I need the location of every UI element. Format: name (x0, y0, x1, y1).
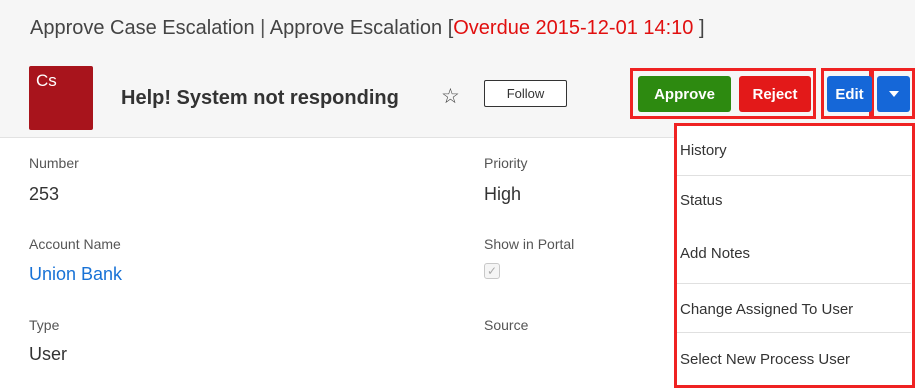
case-module-avatar: Cs (29, 66, 93, 130)
overdue-status: Overdue 2015-12-01 14:10 (453, 17, 694, 39)
account-name-link[interactable]: Union Bank (29, 264, 122, 285)
priority-value: High (484, 184, 522, 204)
source-label: Source (484, 317, 529, 333)
show-in-portal-checkbox[interactable]: ✓ (484, 263, 500, 279)
bracket-close: ] (699, 17, 705, 39)
number-label: Number (29, 155, 79, 171)
priority-label: Priority (484, 155, 528, 171)
show-in-portal-label: Show in Portal (484, 236, 575, 252)
caret-down-icon (888, 91, 899, 97)
title-separator: | (260, 17, 266, 39)
type-label: Type (29, 317, 60, 333)
reject-button[interactable]: Reject (739, 76, 811, 112)
actions-dropdown-menu: History Status Add Notes Change Assigned… (674, 123, 915, 388)
account-name-label: Account Name (29, 236, 121, 252)
number-value: 253 (29, 184, 60, 204)
dropdown-highlight (674, 123, 915, 388)
record-name: Help! System not responding (121, 87, 399, 109)
follow-button[interactable]: Follow (484, 80, 567, 107)
process-title: Approve Case Escalation (30, 17, 255, 39)
actions-dropdown-button[interactable] (877, 76, 910, 112)
star-outline-icon[interactable]: ☆ (441, 86, 460, 107)
page-title: Approve Case Escalation | Approve Escala… (30, 17, 705, 40)
type-value: User (29, 344, 68, 364)
approve-button[interactable]: Approve (638, 76, 731, 112)
activity-title: Approve Escalation (269, 17, 443, 39)
edit-button[interactable]: Edit (827, 76, 872, 112)
